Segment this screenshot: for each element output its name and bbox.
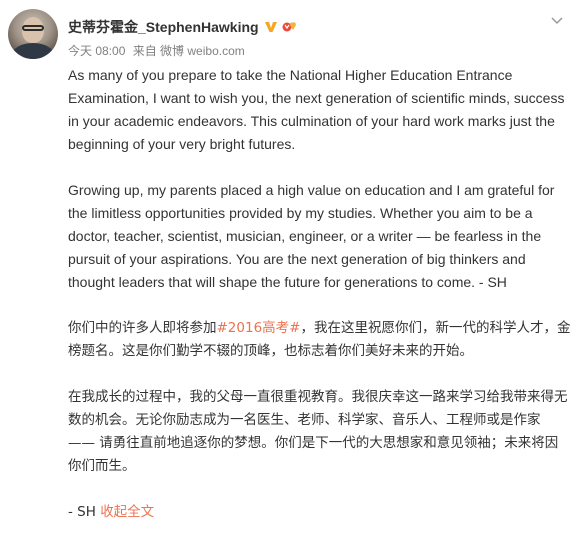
- post-paragraph-en-2: Growing up, my parents placed a high val…: [68, 182, 555, 290]
- post-source[interactable]: 来自 微博 weibo.com: [133, 44, 245, 58]
- avatar[interactable]: [8, 9, 58, 59]
- hashtag-link[interactable]: #2016高考#: [217, 320, 301, 336]
- post-paragraph-en-1: As many of you prepare to take the Natio…: [68, 67, 565, 152]
- fan-badge-icon[interactable]: [282, 20, 298, 34]
- post-content: As many of you prepare to take the Natio…: [68, 64, 571, 547]
- user-header: 史蒂芬霍金_StephenHawking: [68, 17, 298, 37]
- cn-para1-before: 你们中的许多人即将参加: [68, 320, 217, 336]
- avatar-shoulders: [12, 43, 54, 59]
- username-link[interactable]: 史蒂芬霍金_StephenHawking: [68, 17, 259, 37]
- collapse-button[interactable]: 收起全文: [100, 504, 154, 520]
- verified-v-icon[interactable]: [264, 20, 278, 34]
- avatar-glasses: [22, 25, 44, 31]
- post-footer: - SH 收起全文: [68, 501, 571, 524]
- chevron-down-icon[interactable]: [551, 12, 563, 25]
- post-meta: 今天 08:00 来自 微博 weibo.com: [68, 42, 249, 59]
- post-time[interactable]: 今天 08:00: [68, 44, 125, 58]
- signature: - SH: [68, 504, 96, 520]
- post-paragraph-cn-1: 你们中的许多人即将参加#2016高考#，我在这里祝愿你们，新一代的科学人才，金榜…: [68, 317, 571, 363]
- post-paragraph-cn-2: 在我成长的过程中，我的父母一直很重视教育。我很庆幸这一路来学习给我带来得无数的机…: [68, 389, 568, 474]
